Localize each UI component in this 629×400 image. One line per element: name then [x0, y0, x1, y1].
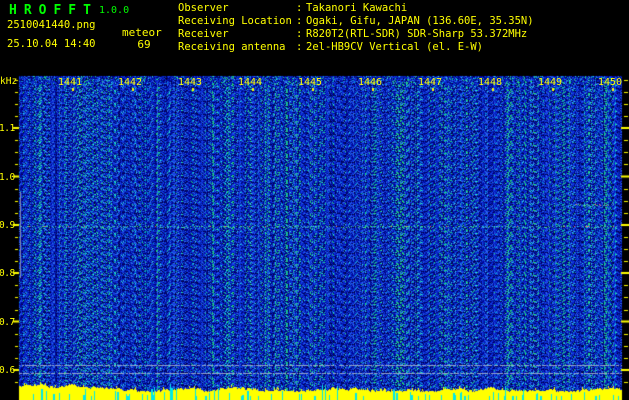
info-row: Observer: Takanori Kawachi: [178, 2, 534, 15]
info-row: Receiver: R820T2(RTL-SDR) SDR-Sharp 53.37…: [178, 28, 534, 41]
meteor-count: 69: [137, 38, 151, 51]
info-colon: :: [296, 28, 303, 40]
time-tick-label: 1449: [537, 77, 563, 88]
info-colon: :: [296, 41, 303, 53]
time-tick-label: 1442: [117, 77, 143, 88]
output-filename: 2510041440.png: [7, 19, 96, 31]
spectrogram-canvas: [0, 0, 629, 400]
info-value: 2el-HB9CV Vertical (el. E-W): [306, 41, 484, 53]
frequency-tick-label: 1.1: [0, 123, 15, 134]
time-tick-label: 1447: [417, 77, 443, 88]
time-tick-label: 1443: [177, 77, 203, 88]
observation-datetime: 25.10.04 14:40: [7, 38, 96, 50]
info-label: Receiving antenna: [178, 41, 286, 53]
info-value: Ogaki, Gifu, JAPAN (136.60E, 35.35N): [306, 15, 534, 27]
frequency-tick-label: 1.0: [0, 171, 15, 183]
frequency-tick-label: 0.6: [0, 365, 15, 376]
observation-info: Observer: Takanori Kawachi Receiving Locat…: [178, 2, 534, 54]
frequency-tick-label: 0.7: [0, 316, 15, 328]
time-tick-label: 1448: [477, 77, 503, 88]
info-colon: :: [296, 2, 303, 14]
info-row: Receiving Location: Ogaki, Gifu, JAPAN (1…: [178, 15, 534, 28]
info-label: Receiver: [178, 28, 229, 40]
time-tick-label: 1446: [357, 77, 383, 88]
info-colon: :: [296, 15, 303, 27]
time-tick-label: 1450: [597, 77, 623, 88]
info-row: Receiving antenna:2el-HB9CV Vertical (el…: [178, 41, 534, 54]
info-value: Takanori Kawachi: [306, 2, 408, 14]
time-tick-label: 1441: [57, 77, 83, 88]
info-label: Receiving Location: [178, 15, 292, 27]
frequency-tick-label: 0.9: [0, 220, 15, 231]
info-label: Observer: [178, 2, 229, 14]
frequency-unit-label: kHz: [0, 76, 18, 87]
app-title: HROFFT: [9, 3, 98, 18]
time-tick-label: 1444: [237, 77, 263, 88]
hrofft-window: HROFFT 1.0.0 2510041440.png meteor 25.10…: [0, 0, 629, 400]
frequency-tick-label: 0.8: [0, 268, 15, 279]
info-value: R820T2(RTL-SDR) SDR-Sharp 53.372MHz: [306, 28, 528, 40]
app-version: 1.0.0: [99, 5, 130, 16]
time-tick-label: 1445: [297, 77, 323, 88]
